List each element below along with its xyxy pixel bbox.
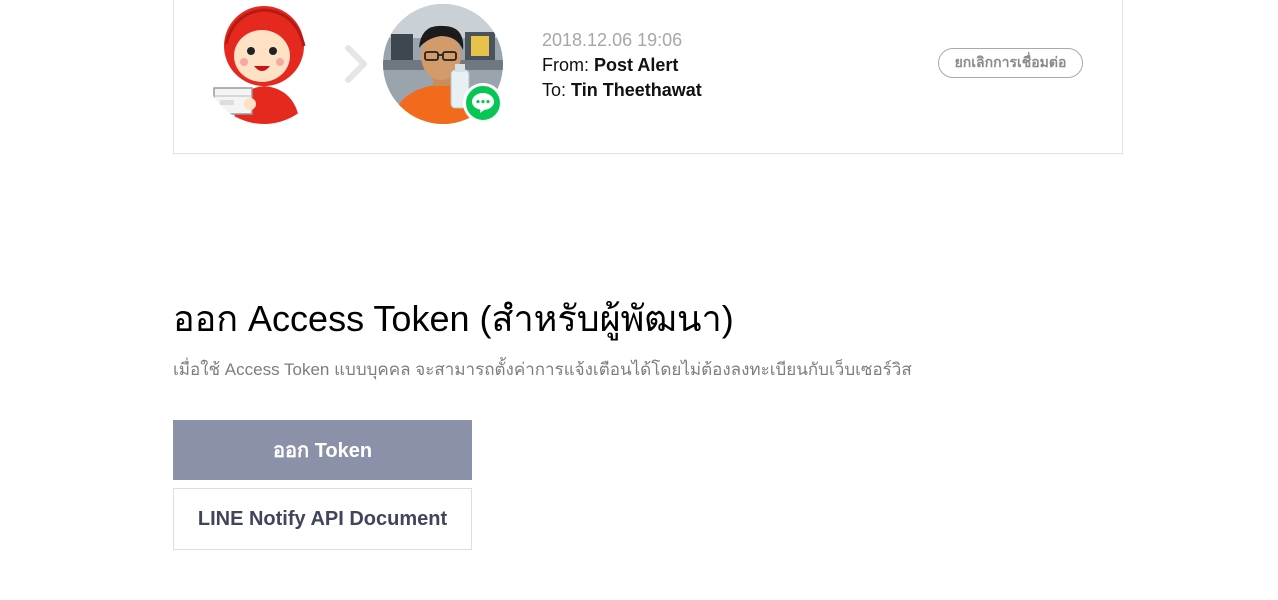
chevron-right-icon	[345, 45, 367, 83]
line-chat-icon	[463, 83, 503, 123]
section-description: เมื่อใช้ Access Token แบบบุคคล จะสามารถต…	[173, 360, 912, 379]
connection-from: From: Post Alert	[542, 53, 702, 78]
page: 2018.12.06 19:06 From: Post Alert To: Ti…	[0, 0, 1278, 600]
from-name: Post Alert	[594, 55, 679, 75]
mascot-avatar	[204, 4, 324, 124]
connection-to: To: Tin Theethawat	[542, 78, 702, 103]
api-document-button[interactable]: LINE Notify API Document	[173, 488, 472, 550]
section-title: ออก Access Token (สำหรับผู้พัฒนา)	[173, 298, 734, 339]
from-label: From:	[542, 55, 589, 75]
to-name: Tin Theethawat	[571, 80, 702, 100]
issue-token-button[interactable]: ออก Token	[173, 420, 472, 480]
connection-card: 2018.12.06 19:06 From: Post Alert To: Ti…	[173, 0, 1123, 154]
connection-date: 2018.12.06 19:06	[542, 30, 683, 50]
connection-info: 2018.12.06 19:06 From: Post Alert To: Ti…	[542, 28, 702, 103]
disconnect-button[interactable]: ยกเลิกการเชื่อมต่อ	[938, 48, 1083, 78]
to-label: To:	[542, 80, 567, 100]
